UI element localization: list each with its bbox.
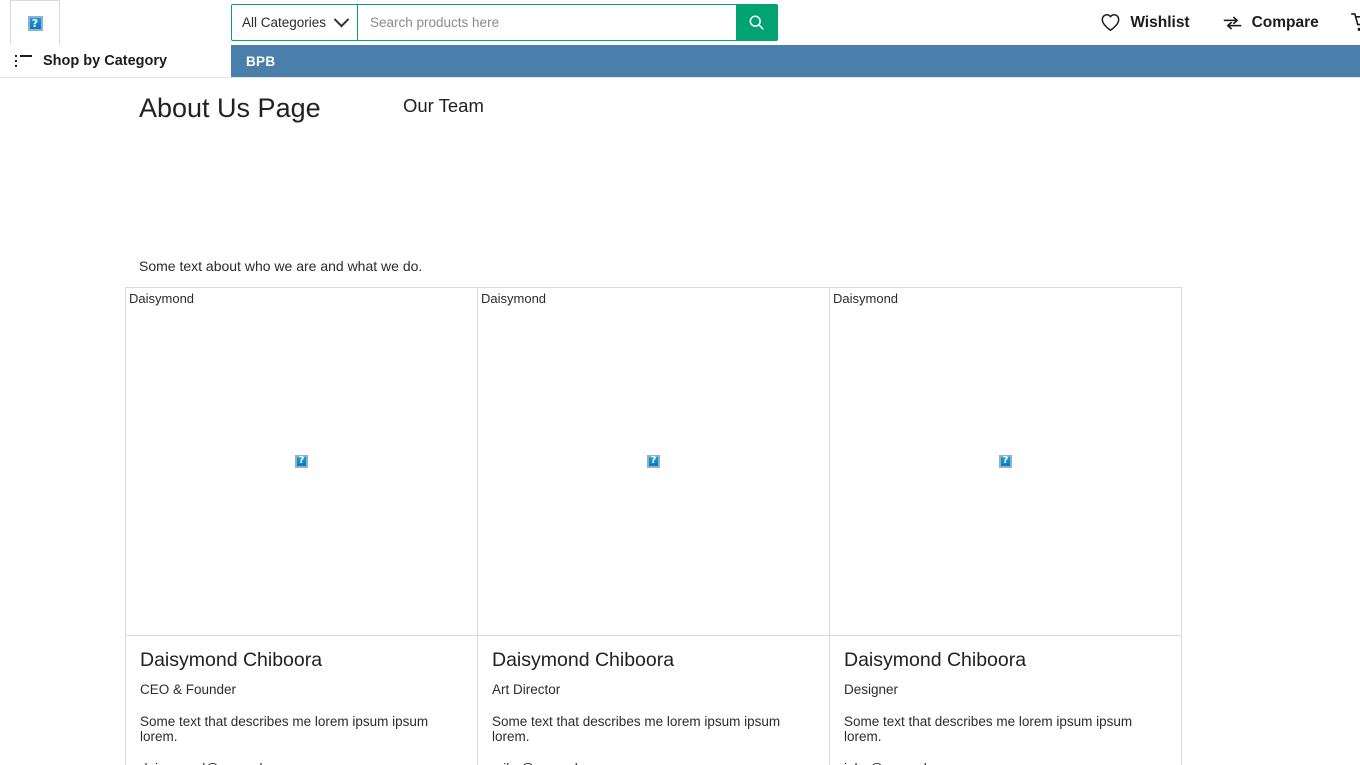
member-photo-alt: Daisymond: [129, 291, 195, 306]
wishlist-label: Wishlist: [1130, 13, 1190, 31]
main-content: About Us Page Our Team Some text about w…: [0, 78, 1360, 765]
broken-image-icon: [647, 455, 660, 468]
member-details: Daisymond Chiboora CEO & Founder Some te…: [126, 636, 477, 765]
member-name: Daisymond Chiboora: [492, 649, 675, 671]
member-role: Designer: [844, 682, 899, 697]
chevron-down-icon: [333, 11, 350, 28]
member-name: Daisymond Chiboora: [140, 649, 323, 671]
member-role: Art Director: [492, 682, 561, 697]
broken-image-icon: [295, 455, 308, 468]
member-description: Some text that describes me lorem ipsum …: [844, 714, 1133, 744]
heart-icon: [1101, 13, 1120, 32]
wishlist-button[interactable]: Wishlist: [1084, 13, 1205, 32]
member-photo: Daisymond: [830, 288, 1181, 636]
category-select-label: All Categories: [242, 15, 327, 30]
team-section-title: Our Team: [403, 95, 484, 116]
category-nav-bar: Shop by Category BPB: [0, 45, 1360, 77]
team-grid: Daisymond Daisymond Chiboora CEO & Found…: [125, 287, 1184, 765]
member-photo-alt: Daisymond: [481, 291, 547, 306]
header-actions: Wishlist Compare C: [1084, 0, 1360, 45]
intro-paragraph: Some text about who we are and what we d…: [139, 258, 423, 274]
team-member-card: Daisymond Daisymond Chiboora Designer So…: [829, 287, 1182, 765]
member-description: Some text that describes me lorem ipsum …: [140, 714, 429, 744]
team-member-card: Daisymond Daisymond Chiboora Art Directo…: [477, 287, 830, 765]
member-email: john@example.com: [844, 761, 1167, 765]
team-member-card: Daisymond Daisymond Chiboora CEO & Found…: [125, 287, 478, 765]
broken-image-icon: [27, 15, 43, 31]
member-details: Daisymond Chiboora Art Director Some tex…: [478, 636, 829, 765]
search-button[interactable]: [736, 5, 777, 40]
nav-item-bpb[interactable]: BPB: [231, 54, 275, 69]
member-email: daisymond@example.com: [140, 761, 463, 765]
compare-button[interactable]: Compare: [1206, 14, 1335, 32]
member-email: mike@example.com: [492, 761, 815, 765]
cart-button[interactable]: C: [1335, 12, 1360, 33]
member-photo: Daisymond: [126, 288, 477, 636]
member-name: Daisymond Chiboora: [844, 649, 1027, 671]
page-title: About Us Page: [139, 93, 321, 123]
shop-by-category-label: Shop by Category: [43, 53, 168, 69]
member-photo-alt: Daisymond: [833, 291, 899, 306]
site-header: All Categories Wishlist Compare: [0, 0, 1360, 46]
member-role: CEO & Founder: [140, 682, 237, 697]
shopping-cart-icon: [1350, 13, 1360, 31]
member-description: Some text that describes me lorem ipsum …: [492, 714, 781, 744]
hamburger-list-icon: [15, 55, 32, 67]
search-bar: All Categories: [231, 4, 778, 41]
compare-label: Compare: [1251, 13, 1319, 31]
shop-by-category-button[interactable]: Shop by Category: [15, 45, 167, 77]
category-select[interactable]: All Categories: [232, 5, 358, 40]
broken-image-icon: [999, 455, 1012, 468]
page-headings: About Us Page Our Team: [0, 78, 1360, 140]
compare-arrows-icon: [1223, 16, 1241, 29]
member-photo: Daisymond: [478, 288, 829, 636]
member-details: Daisymond Chiboora Designer Some text th…: [830, 636, 1181, 765]
search-input[interactable]: [358, 5, 736, 40]
search-icon: [749, 15, 764, 30]
site-logo[interactable]: [10, 0, 60, 46]
main-navigation: BPB: [231, 45, 1360, 77]
